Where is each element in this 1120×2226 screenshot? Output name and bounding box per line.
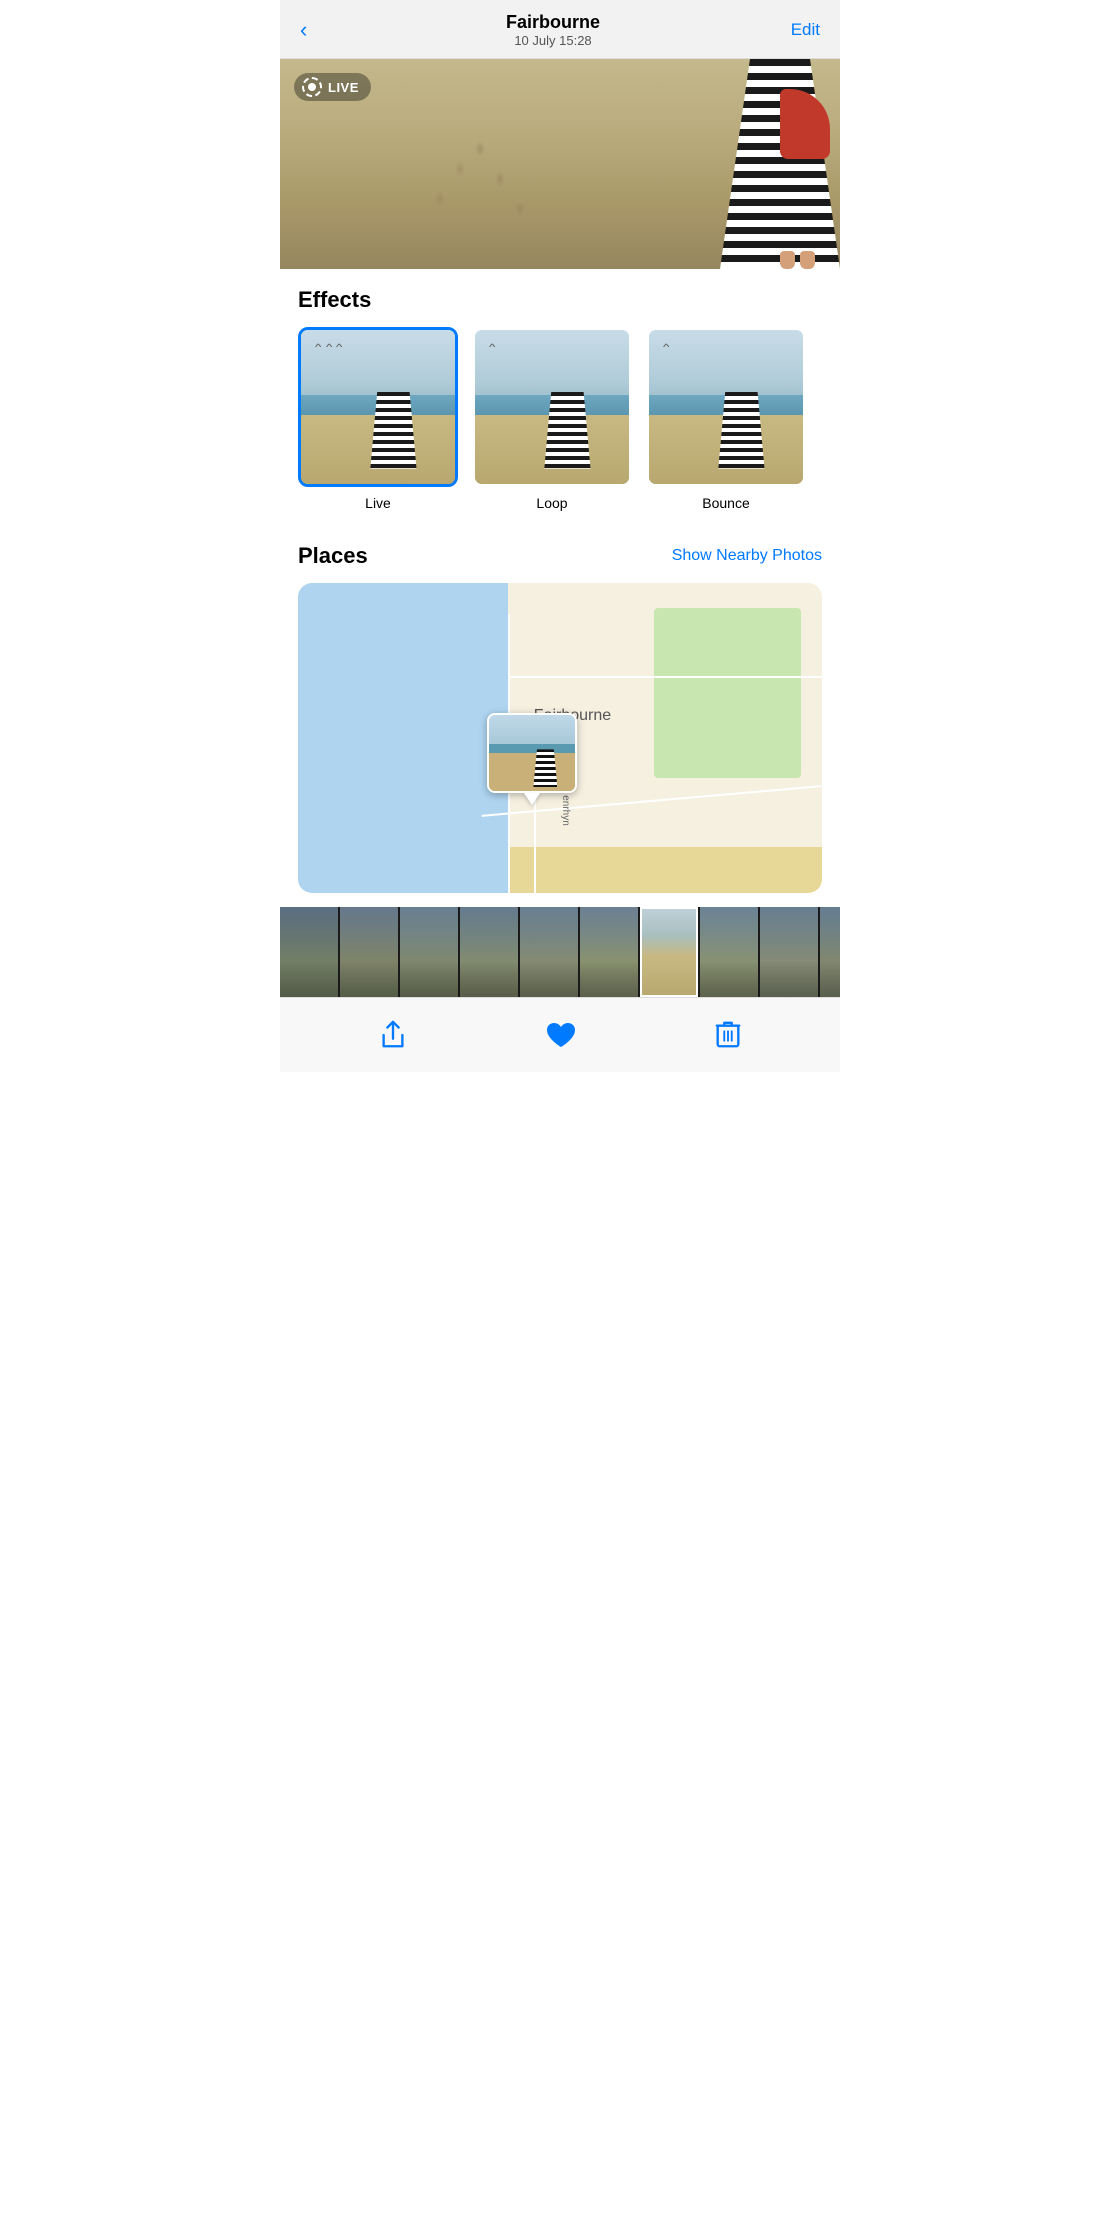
effects-title: Effects — [298, 287, 371, 313]
effects-header: Effects — [298, 287, 822, 313]
share-icon — [379, 1020, 407, 1050]
film-overlay-3 — [460, 907, 518, 997]
film-overlay-9 — [820, 907, 840, 997]
effect-thumb-inner-live: ^ ^ ^ — [301, 330, 455, 484]
effect-label-bounce: Bounce — [702, 495, 749, 511]
pin-photo-thumbnail — [487, 713, 577, 793]
photo-location-title: Fairbourne — [506, 12, 600, 33]
thumb-poncho-live — [370, 392, 416, 469]
road-horizontal-1 — [508, 676, 822, 678]
photo-date-time: 10 July 15:28 — [506, 33, 600, 48]
effect-item-bounce[interactable]: ^ Bounce — [646, 327, 806, 511]
effects-section: Effects ^ ^ ^ Live — [280, 269, 840, 525]
film-overlay-4 — [520, 907, 578, 997]
effect-thumb-inner-loop: ^ — [475, 330, 629, 484]
film-thumb-0[interactable] — [280, 907, 338, 997]
film-thumb-9[interactable] — [820, 907, 840, 997]
film-overlay-0 — [280, 907, 338, 997]
child-with-poncho — [710, 59, 840, 269]
effect-item-loop[interactable]: ^ Loop — [472, 327, 632, 511]
effects-row: ^ ^ ^ Live ^ — [298, 327, 822, 525]
live-badge[interactable]: LIVE — [294, 73, 371, 101]
edit-button[interactable]: Edit — [791, 20, 820, 40]
film-thumb-5[interactable] — [580, 907, 638, 997]
thumb-birds: ^ ^ ^ — [316, 342, 341, 352]
bird-icon-2: ^ — [326, 342, 332, 352]
film-overlay-1 — [340, 907, 398, 997]
film-overlay-5 — [580, 907, 638, 997]
map-photo-pin[interactable] — [487, 713, 577, 805]
live-icon — [302, 77, 322, 97]
thumb-child-bounce — [718, 392, 764, 469]
photo-view[interactable]: LIVE — [280, 59, 840, 269]
effect-thumb-loop[interactable]: ^ — [472, 327, 632, 487]
header: ‹ Fairbourne 10 July 15:28 Edit — [280, 0, 840, 59]
thumb-poncho-loop — [544, 392, 590, 469]
delete-button[interactable] — [707, 1012, 749, 1058]
pin-photo-child — [533, 749, 557, 787]
places-section: Places Show Nearby Photos Fairbourne enr… — [280, 525, 840, 893]
film-overlay-8 — [760, 907, 818, 997]
effect-item-live[interactable]: ^ ^ ^ Live — [298, 327, 458, 511]
thumb-birds-loop: ^ — [490, 342, 494, 352]
header-center: Fairbourne 10 July 15:28 — [506, 12, 600, 48]
film-thumb-3[interactable] — [460, 907, 518, 997]
film-overlay-7 — [700, 907, 758, 997]
like-button[interactable] — [537, 1013, 585, 1057]
bird-bounce-1: ^ — [663, 342, 669, 352]
heart-icon — [545, 1021, 577, 1049]
live-text: LIVE — [328, 80, 359, 95]
show-nearby-photos-button[interactable]: Show Nearby Photos — [672, 547, 822, 565]
bird-icon-3: ^ — [336, 342, 342, 352]
effect-thumb-bounce[interactable]: ^ — [646, 327, 806, 487]
thumb-birds-bounce: ^ — [664, 342, 668, 352]
filmstrip — [280, 907, 840, 997]
map-view[interactable]: Fairbourne enrhyn — [298, 583, 822, 893]
live-dot — [308, 83, 316, 91]
film-thumb-1[interactable] — [340, 907, 398, 997]
share-button[interactable] — [371, 1012, 415, 1058]
effect-thumb-inner-bounce: ^ — [649, 330, 803, 484]
bird-loop-1: ^ — [489, 342, 495, 352]
effect-thumb-live[interactable]: ^ ^ ^ — [298, 327, 458, 487]
bird-icon-1: ^ — [315, 342, 321, 352]
toolbar — [280, 997, 840, 1072]
effect-label-loop: Loop — [536, 495, 567, 511]
film-thumb-4[interactable] — [520, 907, 578, 997]
pin-tail — [524, 793, 540, 805]
places-title: Places — [298, 543, 368, 569]
film-thumb-active[interactable] — [640, 907, 698, 997]
thumb-child-live — [370, 392, 416, 469]
thumb-poncho-bounce — [718, 392, 764, 469]
film-thumb-2[interactable] — [400, 907, 458, 997]
effect-label-live: Live — [365, 495, 391, 511]
places-header: Places Show Nearby Photos — [298, 543, 822, 569]
pin-photo-sand — [489, 753, 575, 791]
trash-icon — [715, 1020, 741, 1050]
thumb-child-loop — [544, 392, 590, 469]
film-thumb-7[interactable] — [700, 907, 758, 997]
back-button[interactable]: ‹ — [300, 13, 315, 47]
film-overlay-2 — [400, 907, 458, 997]
film-thumb-8[interactable] — [760, 907, 818, 997]
